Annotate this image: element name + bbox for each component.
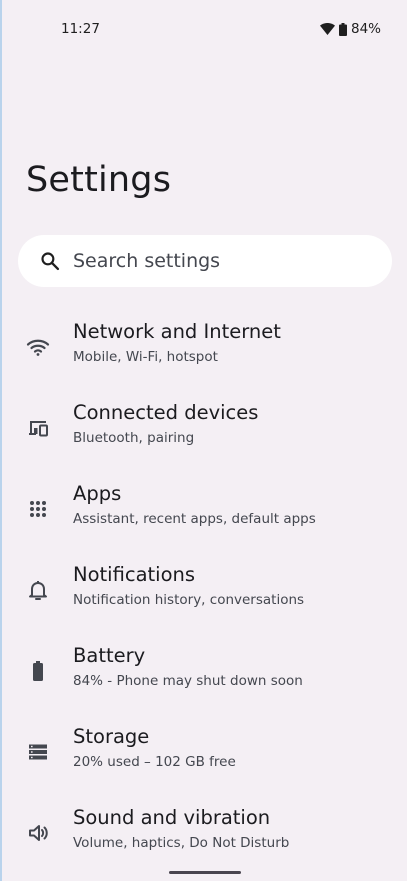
search-placeholder: Search settings [73, 250, 221, 272]
item-subtitle: Mobile, Wi-Fi, hotspot [73, 349, 218, 365]
settings-item-battery[interactable]: Battery 84% - Phone may shut down soon [2, 637, 407, 718]
status-time: 11:27 [61, 21, 100, 37]
speaker-icon [26, 821, 50, 845]
wifi-signal-icon [319, 23, 335, 35]
settings-list: Network and Internet Mobile, Wi-Fi, hots… [2, 313, 407, 880]
item-subtitle: 84% - Phone may shut down soon [73, 673, 303, 689]
item-title: Network and Internet [73, 320, 281, 343]
connected-devices-icon [26, 416, 50, 440]
settings-item-storage[interactable]: Storage 20% used – 102 GB free [2, 718, 407, 799]
navigation-handle[interactable] [169, 871, 241, 874]
item-title: Apps [73, 482, 122, 505]
apps-grid-icon [26, 497, 50, 521]
item-title: Connected devices [73, 401, 259, 424]
battery-status-icon [338, 22, 347, 36]
search-icon [40, 251, 60, 271]
item-title: Sound and vibration [73, 806, 271, 829]
wifi-icon [26, 335, 50, 359]
settings-item-notifications[interactable]: Notifications Notification history, conv… [2, 556, 407, 637]
battery-percent: 84% [350, 21, 381, 37]
item-title: Storage [73, 725, 150, 748]
item-subtitle: Volume, haptics, Do Not Disturb [73, 835, 290, 851]
item-title: Battery [73, 644, 146, 667]
status-bar: 11:27 84% [2, 0, 407, 60]
settings-item-network[interactable]: Network and Internet Mobile, Wi-Fi, hots… [2, 313, 407, 394]
settings-item-apps[interactable]: Apps Assistant, recent apps, default app… [2, 475, 407, 556]
battery-icon [26, 659, 50, 683]
storage-icon [26, 740, 50, 764]
item-title: Notifications [73, 563, 196, 586]
settings-item-sound[interactable]: Sound and vibration Volume, haptics, Do … [2, 799, 407, 880]
item-subtitle: Bluetooth, pairing [73, 430, 195, 446]
item-subtitle: Notification history, conversations [73, 592, 305, 608]
page-title: Settings [26, 160, 172, 200]
settings-screen: 11:27 84% Settings Search settings Netwo… [2, 0, 407, 881]
settings-item-connected-devices[interactable]: Connected devices Bluetooth, pairing [2, 394, 407, 475]
item-subtitle: 20% used – 102 GB free [73, 754, 236, 770]
search-bar[interactable]: Search settings [18, 235, 392, 287]
bell-icon [26, 578, 50, 602]
item-subtitle: Assistant, recent apps, default apps [73, 511, 316, 527]
status-icons: 84% [319, 21, 381, 37]
